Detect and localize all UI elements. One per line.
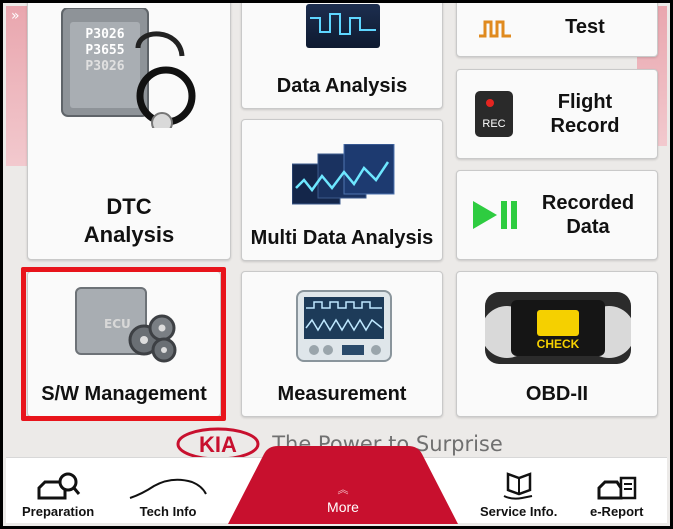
measurement-label: Measurement [277, 383, 407, 405]
nav-more[interactable]: ︽ More [228, 461, 458, 523]
svg-text:P3655: P3655 [85, 43, 124, 58]
recorded-data-label: Recorded Data [541, 192, 635, 238]
book-hand-icon [503, 472, 532, 500]
measurement-tile[interactable]: Measurement [241, 271, 443, 417]
flight-record-label: Flight Record [550, 91, 620, 137]
obd-ii-label: OBD-II [525, 383, 589, 405]
recorded-data-tile[interactable]: Recorded Data [456, 170, 658, 260]
chevron-right-icon[interactable]: » [11, 8, 20, 24]
car-report-icon [597, 476, 636, 500]
multi-data-analysis-label: Multi Data Analysis [250, 227, 434, 249]
oscilloscope-icon [296, 290, 392, 362]
chevron-up-icon: ︽ [337, 483, 349, 496]
car-outline-icon [129, 478, 207, 499]
svg-text:CHECK: CHECK [537, 337, 580, 351]
nav-tech-info[interactable]: Tech Info [128, 474, 208, 519]
waveform-icon [479, 20, 511, 38]
car-search-icon [37, 472, 81, 500]
left-edge-tab[interactable] [6, 6, 28, 166]
dtc-analysis-tile[interactable]: P3026 P3655 P3026 DTC Analysis [27, 3, 231, 260]
test-label: Test [565, 16, 605, 38]
nav-e-report[interactable]: e-Report [590, 472, 643, 519]
bottom-nav: Preparation Tech Info ︽ More Service Inf… [6, 446, 667, 524]
multi-monitor-icon [292, 144, 395, 205]
ecu-stethoscope-icon: P3026 P3655 P3026 [61, 8, 196, 128]
app-screen: » « P3026 P3655 P3026 DTC Analysis Data … [0, 0, 673, 529]
svg-text:P3026: P3026 [85, 27, 124, 42]
dtc-analysis-label: DTC Analysis [83, 194, 175, 247]
svg-text:P3026: P3026 [85, 59, 124, 74]
data-analysis-tile[interactable]: Data Analysis [241, 3, 443, 109]
nav-preparation[interactable]: Preparation [22, 472, 94, 519]
check-engine-dashboard-icon: CHECK [485, 292, 631, 364]
obd-ii-tile[interactable]: CHECK OBD-II [456, 271, 658, 417]
flight-record-tile[interactable]: REC Flight Record [456, 69, 658, 159]
monitor-icon [306, 4, 380, 48]
multi-data-analysis-tile[interactable]: Multi Data Analysis [241, 119, 443, 261]
flight-record-icon: REC [475, 91, 513, 137]
play-pause-icon [473, 201, 517, 229]
data-analysis-label: Data Analysis [276, 75, 408, 97]
selection-highlight [21, 267, 226, 421]
nav-service-info[interactable]: Service Info. [480, 470, 557, 519]
test-tile[interactable]: Test [456, 3, 658, 57]
